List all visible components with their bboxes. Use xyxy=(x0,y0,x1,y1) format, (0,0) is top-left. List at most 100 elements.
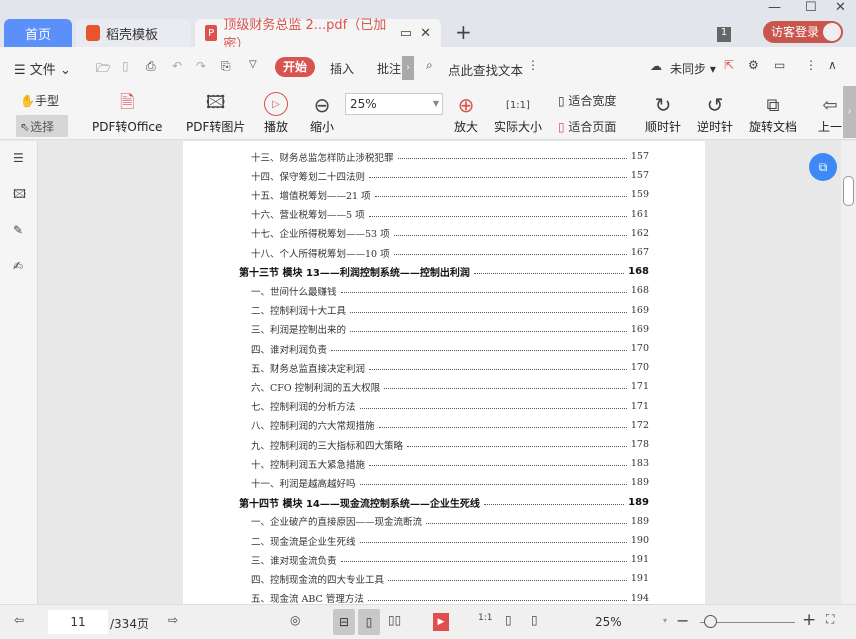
arrow-left-icon: ⇦ xyxy=(822,94,838,116)
toc-entry[interactable]: 三、谁对现金流负责 191 xyxy=(251,550,649,569)
pdf-to-image-button[interactable]: 🖾 PDF转图片 xyxy=(186,92,245,135)
toc-entry[interactable]: 十、控制利润五大紧急措施 183 xyxy=(251,454,649,473)
more-dropdown-icon[interactable]: ▽ xyxy=(249,59,257,70)
toc-entry[interactable]: 八、控制利润的六大常规措施 172 xyxy=(251,416,649,435)
print-icon[interactable]: ⎙ xyxy=(146,59,156,74)
ribbon-scroll-right[interactable]: › xyxy=(843,86,856,138)
more-vertical-icon[interactable]: ⋮ xyxy=(805,58,817,72)
rotate-ccw-button[interactable]: ↺ 逆时针 xyxy=(697,92,733,135)
window-count-badge[interactable]: 1 xyxy=(717,27,731,42)
fit-width-icon[interactable]: ▯ xyxy=(531,613,538,627)
eye-protection-icon[interactable]: ◎ xyxy=(290,613,300,627)
tab-insert[interactable]: 插入 xyxy=(330,60,354,77)
toc-entry[interactable]: 七、控制利润的分析方法 171 xyxy=(251,397,649,416)
toc-title: 三、谁对现金流负责 xyxy=(251,555,337,567)
rotate-cw-button[interactable]: ↻ 顺时针 xyxy=(645,92,681,135)
zoom-out-icon[interactable]: − xyxy=(676,611,689,630)
close-tab-icon[interactable]: ✕ xyxy=(420,26,431,41)
toc-entry[interactable]: 五、财务总监直接决定利润 170 xyxy=(251,358,649,377)
toc-entry[interactable]: 十四、保守筹划二十四法则 157 xyxy=(251,166,649,185)
next-page-icon[interactable]: ⇨ xyxy=(168,613,178,627)
comment-icon[interactable]: ▭ xyxy=(774,58,785,72)
play-button[interactable]: ▷ 播放 xyxy=(264,92,288,135)
previous-button[interactable]: ⇦ 上一 xyxy=(818,92,842,135)
continuous-view-icon[interactable]: ⊟ xyxy=(333,609,355,635)
toc-entry[interactable]: 一、世间什么最赚钱 168 xyxy=(251,281,649,300)
rotate-document-button[interactable]: ⧉ 旋转文档 xyxy=(749,92,797,135)
tab-templates[interactable]: 稻壳模板 xyxy=(76,19,191,47)
single-page-icon[interactable]: ▯ xyxy=(358,609,380,635)
fit-width-button[interactable]: ▯ 适合宽度 xyxy=(558,92,616,109)
prev-page-icon[interactable]: ⇦ xyxy=(14,613,24,627)
zoom-in-icon[interactable]: + xyxy=(802,610,816,630)
toc-entry[interactable]: 十五、增值税筹划——21 项 159 xyxy=(251,185,649,204)
save-icon[interactable]: ▯ xyxy=(122,59,129,73)
fit-page-icon[interactable]: ▯ xyxy=(505,613,512,627)
redo-icon[interactable]: ↷ xyxy=(196,59,206,73)
fullscreen-icon[interactable]: ⛶ xyxy=(826,612,834,627)
toc-section[interactable]: 第十四节 模块 14——现金流控制系统——企业生死线 189 xyxy=(239,493,649,512)
actual-size-button[interactable]: [1:1] 实际大小 xyxy=(494,92,542,135)
floating-translate-icon[interactable]: ⧉ xyxy=(809,153,837,181)
share-icon[interactable]: ⇱ xyxy=(724,58,734,72)
page-number-input[interactable]: 11 xyxy=(48,610,108,634)
search-text-button[interactable]: 点此查找文本 xyxy=(448,60,523,79)
new-tab-button[interactable]: + xyxy=(455,20,472,44)
toc-entry[interactable]: 三、利润是控制出来的 169 xyxy=(251,320,649,339)
close-window-icon[interactable]: ✕ xyxy=(835,0,846,15)
toc-entry[interactable]: 四、谁对利润负责 170 xyxy=(251,339,649,358)
file-menu[interactable]: ☰ 文件 ⌄ xyxy=(14,59,71,78)
thumbnail-icon[interactable]: 🖾 xyxy=(13,185,26,206)
toc-entry[interactable]: 二、控制利润十大工具 169 xyxy=(251,301,649,320)
toc-entry[interactable]: 十三、财务总监怎样防止涉税犯罪 157 xyxy=(251,147,649,166)
undo-icon[interactable]: ↶ xyxy=(172,59,182,73)
toc-entry[interactable]: 九、控制利润的三大指标和四大策略 178 xyxy=(251,435,649,454)
page-total: /334页 xyxy=(110,617,149,631)
toc-entry[interactable]: 二、现金流是企业生死线 190 xyxy=(251,531,649,550)
zoom-select[interactable]: 25% ▼ xyxy=(345,93,443,115)
vertical-scrollbar[interactable] xyxy=(841,141,856,604)
signature-icon[interactable]: ✍ xyxy=(13,259,23,273)
zoom-out-button[interactable]: ⊖ 缩小 xyxy=(310,92,334,135)
toc-entry[interactable]: 十八、个人所得税筹划——10 项 167 xyxy=(251,243,649,262)
zoom-slider-handle[interactable] xyxy=(703,615,717,628)
play-slideshow-icon[interactable]: ▶ xyxy=(433,613,449,631)
hand-tool[interactable]: ✋手型 xyxy=(20,92,59,109)
tab-start[interactable]: 开始 xyxy=(275,57,315,77)
zoom-in-button[interactable]: ⊕ 放大 xyxy=(454,92,478,135)
zoom-level[interactable]: 25% xyxy=(595,615,622,629)
toc-entry[interactable]: 十一、利润是越高越好吗 189 xyxy=(251,473,649,492)
pdf-to-office-button[interactable]: 🗎 PDF转Office xyxy=(92,92,162,135)
toc-entry[interactable]: 一、企业破产的直接原因——现金流断流 189 xyxy=(251,512,649,531)
scrollbar-thumb[interactable] xyxy=(843,176,854,206)
toc-entry[interactable]: 十七、企业所得税筹划——53 项 162 xyxy=(251,224,649,243)
collapse-ribbon-icon[interactable]: ∧ xyxy=(828,58,837,72)
toc-title: 六、CFO 控制利润的五大权限 xyxy=(251,382,381,394)
toc-title: 十、控制利润五大紧急措施 xyxy=(251,459,366,471)
two-page-icon[interactable]: ▯▯ xyxy=(388,613,401,627)
pin-icon[interactable]: ▭ xyxy=(400,26,412,41)
maximize-icon[interactable]: ☐ xyxy=(805,0,817,15)
minimize-icon[interactable]: — xyxy=(768,0,781,15)
sync-status[interactable]: 未同步 ▾ xyxy=(670,60,716,77)
tab-document[interactable]: P 顶级财务总监 2...pdf（已加密） ▭ ✕ xyxy=(195,18,441,52)
fit-page-button[interactable]: ▯ 适合页面 xyxy=(558,118,616,135)
scroll-right-button[interactable]: › xyxy=(402,56,414,80)
tab-annotate[interactable]: 批注 xyxy=(377,60,401,77)
toc-section[interactable]: 第十三节 模块 13——利润控制系统——控制出利润 168 xyxy=(239,262,649,281)
toc-entry[interactable]: 五、现金流 ABC 管理方法 194 xyxy=(251,589,649,604)
outline-icon[interactable]: ☰ xyxy=(13,151,24,165)
more-vertical-icon[interactable]: ⋮ xyxy=(527,58,539,72)
tab-home[interactable]: 首页 xyxy=(4,19,72,47)
toc-entry[interactable]: 六、CFO 控制利润的五大权限 171 xyxy=(251,377,649,396)
open-icon[interactable]: 🗁 xyxy=(96,59,111,80)
gear-icon[interactable]: ⚙ xyxy=(748,58,759,72)
annotation-pen-icon[interactable]: ✎ xyxy=(13,223,23,237)
zoom-dropdown-icon[interactable]: ▾ xyxy=(663,616,667,625)
actual-size-icon[interactable]: 1:1 xyxy=(478,613,492,623)
toc-entry[interactable]: 四、控制现金流的四大专业工具 191 xyxy=(251,569,649,588)
export-icon[interactable]: ⎘ xyxy=(221,59,231,74)
login-button[interactable]: 访客登录 xyxy=(763,21,843,43)
select-tool[interactable]: ⇖选择 xyxy=(16,115,68,137)
toc-entry[interactable]: 十六、营业税筹划——5 项 161 xyxy=(251,205,649,224)
